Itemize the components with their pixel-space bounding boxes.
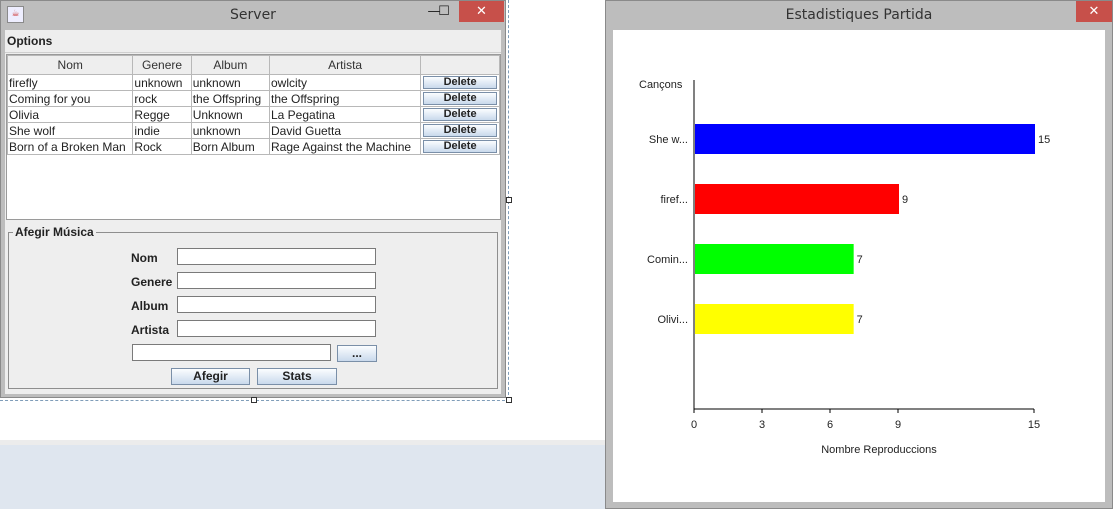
stats-button[interactable]: Stats	[257, 368, 337, 385]
browse-button[interactable]: ...	[337, 345, 377, 362]
bar	[695, 124, 1035, 154]
table-row[interactable]: She wolf indie unknown David Guetta Dele…	[6, 122, 500, 139]
x-tick-label: 3	[759, 419, 765, 431]
artista-label: Artista	[131, 323, 170, 337]
cell-action: Delete	[420, 74, 500, 91]
cell-album[interactable]: Unknown	[190, 106, 270, 123]
cell-action: Delete	[420, 122, 500, 139]
cell-artista[interactable]: Rage Against the Machine	[268, 138, 422, 155]
cell-album[interactable]: unknown	[190, 74, 270, 91]
add-button[interactable]: Afegir	[171, 368, 250, 385]
delete-button[interactable]: Delete	[423, 92, 498, 105]
resize-handle[interactable]	[506, 397, 512, 403]
bar-value-label: 7	[857, 254, 863, 266]
column-header-genere[interactable]: Genere	[132, 55, 192, 75]
table-row[interactable]: Olivia Regge Unknown La Pegatina Delete	[6, 106, 500, 123]
stats-content: Cançons She w... 15 firef... 9 Comin... 7 Olivi…	[613, 30, 1105, 502]
cell-genere[interactable]: unknown	[132, 74, 192, 91]
desktop-background	[0, 445, 605, 509]
server-content: Options Nom Genere Album Artista firefly	[5, 30, 501, 394]
column-header-album[interactable]: Album	[190, 55, 270, 75]
server-window: ☕ Server — ☐ ✕ Options Nom Genere Album …	[0, 0, 506, 398]
cell-artista[interactable]: owlcity	[268, 74, 422, 91]
album-field[interactable]	[177, 296, 376, 313]
cell-artista[interactable]: La Pegatina	[268, 106, 422, 123]
add-music-legend: Afegir Música	[13, 225, 96, 239]
column-header-nom[interactable]: Nom	[6, 55, 134, 75]
category-label: Comin...	[647, 254, 688, 266]
options-menu[interactable]: Options	[7, 34, 52, 48]
cell-album[interactable]: unknown	[190, 122, 270, 139]
cell-genere[interactable]: Rock	[132, 138, 192, 155]
delete-button[interactable]: Delete	[423, 76, 498, 89]
cell-album[interactable]: Born Album	[190, 138, 270, 155]
delete-button[interactable]: Delete	[423, 124, 498, 137]
cell-nom[interactable]: firefly	[6, 74, 134, 91]
nom-label: Nom	[131, 251, 158, 265]
maximize-button[interactable]: ☐	[431, 1, 457, 22]
delete-button[interactable]: Delete	[423, 140, 498, 153]
cell-genere[interactable]: indie	[132, 122, 192, 139]
resize-handle[interactable]	[251, 397, 257, 403]
bar-chart: Cançons She w... 15 firef... 9 Comin... 7 Olivi…	[639, 79, 1050, 456]
table-row[interactable]: Born of a Broken Man Rock Born Album Rag…	[6, 138, 500, 155]
cell-genere[interactable]: rock	[132, 90, 192, 107]
cell-nom[interactable]: Born of a Broken Man	[6, 138, 134, 155]
bar	[695, 244, 854, 274]
server-titlebar[interactable]: ☕ Server — ☐ ✕	[1, 1, 505, 29]
category-label: firef...	[660, 194, 688, 206]
x-tick-label: 0	[691, 419, 697, 431]
cell-artista[interactable]: David Guetta	[268, 122, 422, 139]
cell-nom[interactable]: Olivia	[6, 106, 134, 123]
artista-field[interactable]	[177, 320, 376, 337]
y-axis-label: Cançons	[639, 79, 683, 91]
nom-field[interactable]	[177, 248, 376, 265]
genere-label: Genere	[131, 275, 173, 289]
table-row[interactable]: firefly unknown unknown owlcity Delete	[6, 74, 500, 91]
category-label: She w...	[649, 134, 688, 146]
column-header-actions[interactable]	[420, 55, 500, 75]
genere-field[interactable]	[177, 272, 376, 289]
close-button[interactable]: ✕	[1076, 1, 1112, 22]
column-header-artista[interactable]: Artista	[268, 55, 422, 75]
add-music-panel: Afegir Música Nom Genere Album Artista .…	[8, 225, 498, 389]
album-label: Album	[131, 299, 169, 313]
bar-value-label: 15	[1038, 134, 1050, 146]
stats-titlebar[interactable]: Estadistiques Partida ✕	[606, 1, 1112, 29]
cell-action: Delete	[420, 138, 500, 155]
delete-button[interactable]: Delete	[423, 108, 498, 121]
songs-table: Nom Genere Album Artista firefly unknown…	[6, 55, 500, 155]
cell-action: Delete	[420, 106, 500, 123]
cell-genere[interactable]: Regge	[132, 106, 192, 123]
resize-handle[interactable]	[506, 197, 512, 203]
x-tick-label: 9	[895, 419, 901, 431]
cell-nom[interactable]: She wolf	[6, 122, 134, 139]
file-path-field[interactable]	[132, 344, 331, 361]
x-tick-label: 15	[1028, 419, 1040, 431]
cell-album[interactable]: the Offspring	[190, 90, 270, 107]
cell-nom[interactable]: Coming for you	[6, 90, 134, 107]
songs-table-panel: Nom Genere Album Artista firefly unknown…	[6, 54, 501, 220]
stats-window: Estadistiques Partida ✕ Cançons She w... 1…	[605, 0, 1113, 509]
table-row[interactable]: Coming for you rock the Offspring the Of…	[6, 90, 500, 107]
bar-value-label: 7	[857, 314, 863, 326]
close-button[interactable]: ✕	[459, 1, 504, 22]
cell-artista[interactable]: the Offspring	[268, 90, 422, 107]
menubar-divider	[5, 52, 501, 53]
cell-action: Delete	[420, 90, 500, 107]
bar	[695, 184, 899, 214]
category-label: Olivi...	[657, 314, 688, 326]
x-tick-label: 6	[827, 419, 833, 431]
stats-window-title: Estadistiques Partida	[785, 7, 933, 23]
bar-value-label: 9	[902, 194, 908, 206]
x-axis-label: Nombre Reproduccions	[821, 444, 937, 456]
bar	[695, 304, 854, 334]
